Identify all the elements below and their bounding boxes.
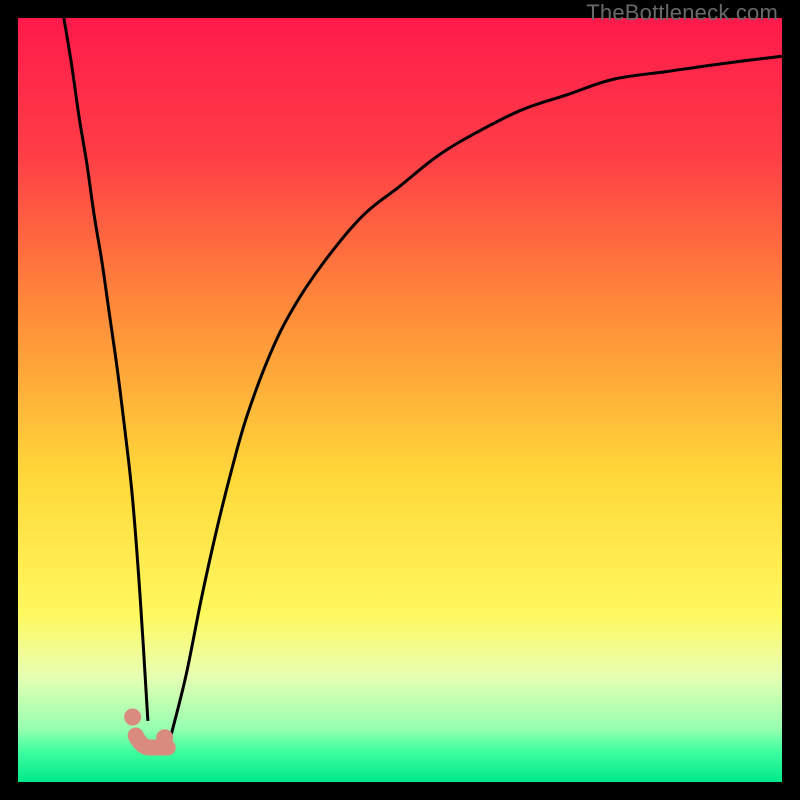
chart-frame <box>18 18 782 782</box>
watermark-text: TheBottleneck.com <box>586 0 778 26</box>
marker-dot-b <box>157 730 173 746</box>
marker-dot-a <box>125 709 141 725</box>
gradient-background <box>18 18 782 782</box>
chart-surface <box>18 18 782 782</box>
